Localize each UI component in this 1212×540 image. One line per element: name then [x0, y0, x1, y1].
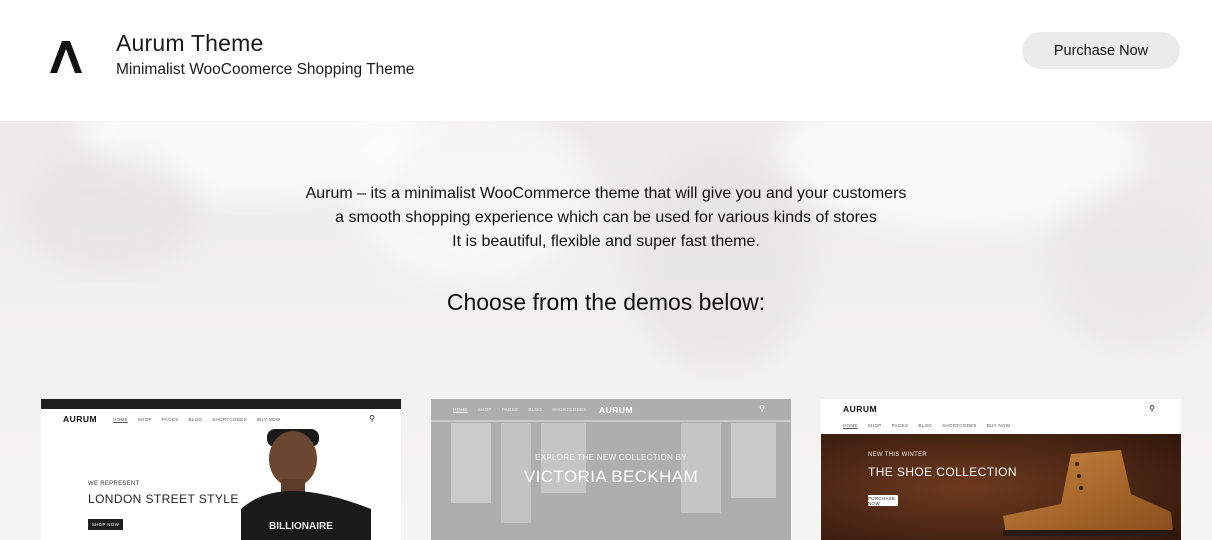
demo-menu-item: SHORTCODES [942, 422, 977, 428]
svg-text:BILLIONAIRE: BILLIONAIRE [269, 521, 333, 532]
search-icon: ⚲ [759, 404, 765, 413]
demo-menu-item: SHORTCODES [552, 406, 587, 412]
demo-nav: AURUM ⚲ [821, 399, 1181, 419]
demo-card-street-style[interactable]: AURUM HOME SHOP PAGES BLOG SHORTCODES BU… [41, 399, 401, 540]
demo-menu-item: PAGES [161, 416, 179, 422]
site-header: Aurum Theme Minimalist WooCoomerce Shopp… [0, 0, 1212, 121]
purchase-now-button[interactable]: Purchase Now [1022, 32, 1180, 69]
demo-menu-item: SHORTCODES [212, 416, 247, 422]
brand-title: Aurum Theme [116, 30, 264, 56]
demo-logo: AURUM [843, 404, 878, 414]
demo-nav: HOME SHOP PAGES BLOG SHORTCODES AURUM ⚲ [431, 399, 791, 419]
demo-menu: HOME SHOP PAGES BLOG SHORTCODES BUY NOW [843, 423, 1010, 428]
choose-demos-heading: Choose from the demos below: [446, 289, 766, 315]
demo-menu-item: BLOG [918, 422, 933, 428]
demo-menu-item: BUY NOW [986, 422, 1011, 428]
intro-line: It is beautiful, flexible and super fast… [452, 233, 760, 250]
demo-topbar [41, 399, 401, 409]
demo-menu: HOME SHOP PAGES BLOG SHORTCODES BUY NOW [113, 417, 280, 422]
demo-kicker: NEW THIS WINTER [868, 452, 928, 458]
intro-text: Aurum – its a minimalist WooCommerce the… [0, 182, 1212, 254]
demo-logo: AURUM [599, 405, 634, 415]
demo-menu-item: HOME [843, 422, 858, 428]
demo-logo: AURUM [63, 414, 98, 424]
demo-purchase-now-button: PURCHASE NOW [868, 495, 898, 506]
demo-headline: LONDON STREET STYLE [88, 492, 239, 506]
demo-kicker: EXPLORE THE NEW COLLECTION BY [535, 453, 687, 462]
demo-kicker: WE REPRESENT [88, 481, 140, 487]
demo-menu-item: SHOP [137, 416, 152, 422]
intro-line: a smooth shopping experience which can b… [335, 209, 877, 226]
hero-section: Aurum – its a minimalist WooCommerce the… [0, 121, 1212, 540]
brand-subtitle: Minimalist WooCoomerce Shopping Theme [116, 61, 415, 78]
demo-menu-item: PAGES [891, 422, 909, 428]
demo-menu-item: BLOG [188, 416, 203, 422]
aurum-logo-icon[interactable] [48, 39, 84, 75]
demo-shop-now-button: SHOP NOW [88, 519, 123, 530]
demo-nav: AURUM HOME SHOP PAGES BLOG SHORTCODES BU… [41, 409, 401, 429]
search-icon: ⚲ [1149, 404, 1155, 413]
demo-menu-item: HOME [453, 406, 468, 412]
demo-menu-row: HOME SHOP PAGES BLOG SHORTCODES BUY NOW [821, 417, 1181, 433]
demo-menu-item: PAGES [501, 406, 519, 412]
demo-menu-item: SHOP [477, 406, 492, 412]
demo-menu-item: BUY NOW [256, 416, 281, 422]
intro-line: Aurum – its a minimalist WooCommerce the… [305, 185, 907, 202]
demo-card-shoe-collection[interactable]: AURUM ⚲ HOME SHOP PAGES BLOG SHORTCODES … [821, 399, 1181, 540]
demo-menu-item: BLOG [528, 406, 543, 412]
demo-card-victoria-beckham[interactable]: HOME SHOP PAGES BLOG SHORTCODES AURUM ⚲ … [431, 399, 791, 540]
search-icon: ⚲ [369, 414, 375, 423]
demo-menu: HOME SHOP PAGES BLOG SHORTCODES [453, 407, 587, 412]
demo-headline: THE SHOE COLLECTION [868, 465, 1017, 479]
demo-menu-item: HOME [113, 416, 128, 422]
demo-menu-item: SHOP [867, 422, 882, 428]
demo-headline: VICTORIA BECKHAM [523, 467, 699, 486]
shoe-image [821, 434, 1181, 540]
